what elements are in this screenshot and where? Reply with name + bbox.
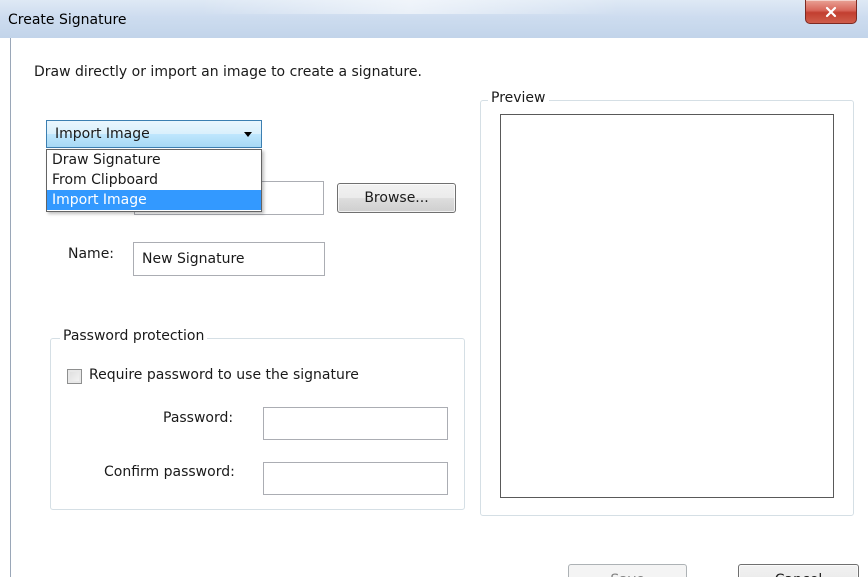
window-title: Create Signature — [8, 12, 127, 28]
require-password-checkbox[interactable] — [67, 369, 82, 384]
cancel-button[interactable]: Cancel — [738, 564, 859, 577]
confirm-password-field[interactable] — [263, 462, 448, 495]
password-label: Password: — [163, 410, 234, 426]
browse-button[interactable]: Browse... — [337, 183, 456, 213]
mode-dropdown-list: Draw Signature From Clipboard Import Ima… — [46, 149, 262, 212]
dropdown-option-draw-signature[interactable]: Draw Signature — [47, 150, 261, 170]
close-icon — [825, 6, 837, 17]
password-input[interactable] — [264, 408, 447, 439]
password-field[interactable] — [263, 407, 448, 440]
confirm-password-input[interactable] — [264, 463, 447, 494]
name-field[interactable] — [133, 242, 325, 276]
mode-combobox[interactable]: Import Image — [46, 120, 262, 148]
confirm-password-label: Confirm password: — [104, 464, 235, 480]
name-label: Name: — [68, 246, 115, 262]
name-input[interactable] — [134, 243, 324, 275]
require-password-label[interactable]: Require password to use the signature — [89, 367, 359, 383]
chevron-down-icon[interactable] — [244, 132, 252, 137]
close-button[interactable] — [805, 0, 857, 24]
dropdown-option-import-image[interactable]: Import Image — [47, 190, 261, 210]
preview-legend: Preview — [488, 90, 549, 106]
preview-canvas — [500, 114, 834, 498]
dropdown-option-from-clipboard[interactable]: From Clipboard — [47, 170, 261, 190]
title-bar-sheen — [200, 0, 620, 14]
instructions-text: Draw directly or import an image to crea… — [34, 64, 422, 80]
password-protection-legend: Password protection — [60, 328, 208, 344]
mode-combobox-value: Import Image — [55, 126, 150, 142]
title-bar: Create Signature — [0, 0, 868, 38]
save-button[interactable]: Save — [568, 564, 687, 577]
